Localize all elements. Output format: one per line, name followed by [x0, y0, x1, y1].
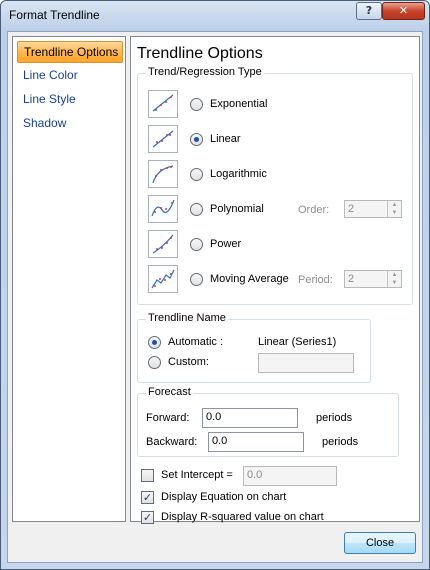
- order-value: 2: [348, 203, 355, 215]
- automatic-label: Automatic :: [168, 336, 224, 348]
- set-intercept-label: Set Intercept =: [161, 469, 233, 481]
- sidebar-item-line-color[interactable]: Line Color: [17, 65, 123, 87]
- display-r-squared-checkbox[interactable]: ✓: [141, 511, 154, 524]
- linear-trend-icon: [148, 125, 178, 153]
- period-stepper[interactable]: 2 ▲ ▼: [344, 270, 402, 288]
- power-trend-icon: [148, 230, 178, 258]
- polynomial-radio[interactable]: [190, 203, 203, 216]
- exponential-radio[interactable]: [190, 98, 203, 111]
- intercept-value-field[interactable]: 0.0: [243, 466, 337, 486]
- dialog-title: Format Trendline: [9, 8, 100, 22]
- help-button[interactable]: ?: [356, 2, 382, 20]
- automatic-name-value: Linear (Series1): [258, 336, 337, 348]
- trend-regression-group: Trend/Regression Type Exponential Linear: [137, 66, 413, 305]
- title-bar[interactable]: Format Trendline ? ✕: [1, 1, 429, 31]
- moving-average-trend-icon: [148, 265, 178, 293]
- sidebar-item-line-style[interactable]: Line Style: [17, 89, 123, 111]
- forward-periods-label: periods: [316, 412, 353, 424]
- custom-label: Custom:: [168, 356, 209, 368]
- polynomial-label: Polynomial: [210, 203, 264, 215]
- linear-label: Linear: [210, 133, 241, 145]
- format-trendline-dialog: Format Trendline ? ✕ Trendline Options L…: [0, 0, 430, 570]
- set-intercept-checkbox[interactable]: [141, 469, 154, 482]
- custom-name-radio[interactable]: [148, 356, 161, 369]
- window-close-button[interactable]: ✕: [382, 2, 425, 20]
- display-equation-label: Display Equation on chart: [161, 491, 287, 503]
- display-r-squared-label: Display R-squared value on chart: [161, 511, 324, 523]
- sidebar-item-trendline-options[interactable]: Trendline Options: [17, 41, 123, 63]
- trendline-options-pane: Trendline Options Trend/Regression Type …: [130, 36, 420, 524]
- name-group-legend: Trendline Name: [146, 312, 228, 324]
- order-stepper[interactable]: 2 ▲ ▼: [344, 200, 402, 218]
- polynomial-trend-icon: [148, 195, 178, 223]
- forecast-group-legend: Forecast: [146, 386, 193, 398]
- logarithmic-trend-icon: [148, 160, 178, 188]
- logarithmic-radio[interactable]: [190, 168, 203, 181]
- custom-name-field[interactable]: [258, 353, 354, 373]
- display-equation-checkbox[interactable]: ✓: [141, 491, 154, 504]
- category-list: Trendline Options Line Color Line Style …: [12, 36, 126, 522]
- period-down-arrow-icon[interactable]: ▼: [387, 279, 401, 287]
- sidebar-item-shadow[interactable]: Shadow: [17, 113, 123, 135]
- forward-periods-field[interactable]: 0.0: [202, 408, 298, 428]
- forward-label: Forward:: [146, 412, 190, 424]
- exponential-trend-icon: [148, 90, 178, 118]
- automatic-name-radio[interactable]: [148, 336, 161, 349]
- order-label: Order:: [298, 204, 330, 216]
- period-label: Period:: [298, 274, 333, 286]
- backward-periods-field[interactable]: 0.0: [208, 432, 304, 452]
- logarithmic-label: Logarithmic: [210, 168, 267, 180]
- power-radio[interactable]: [190, 238, 203, 251]
- power-label: Power: [210, 238, 242, 250]
- dialog-body: Trendline Options Line Color Line Style …: [7, 31, 423, 563]
- exponential-label: Exponential: [210, 98, 268, 110]
- period-value: 2: [348, 273, 355, 285]
- order-down-arrow-icon[interactable]: ▼: [387, 209, 401, 217]
- period-up-arrow-icon[interactable]: ▲: [387, 271, 401, 279]
- order-up-arrow-icon[interactable]: ▲: [387, 201, 401, 209]
- trendline-name-group: Trendline Name Automatic : Linear (Serie…: [137, 312, 371, 383]
- moving-average-label: Moving Average: [210, 273, 289, 285]
- backward-periods-label: periods: [322, 436, 359, 448]
- forecast-group: Forecast Forward: 0.0 periods Backward: …: [137, 386, 399, 457]
- close-button[interactable]: Close: [344, 532, 416, 554]
- linear-radio[interactable]: [190, 133, 203, 146]
- pane-title: Trendline Options: [137, 45, 263, 62]
- moving-average-radio[interactable]: [190, 273, 203, 286]
- backward-label: Backward:: [146, 436, 198, 448]
- trend-group-legend: Trend/Regression Type: [146, 66, 264, 78]
